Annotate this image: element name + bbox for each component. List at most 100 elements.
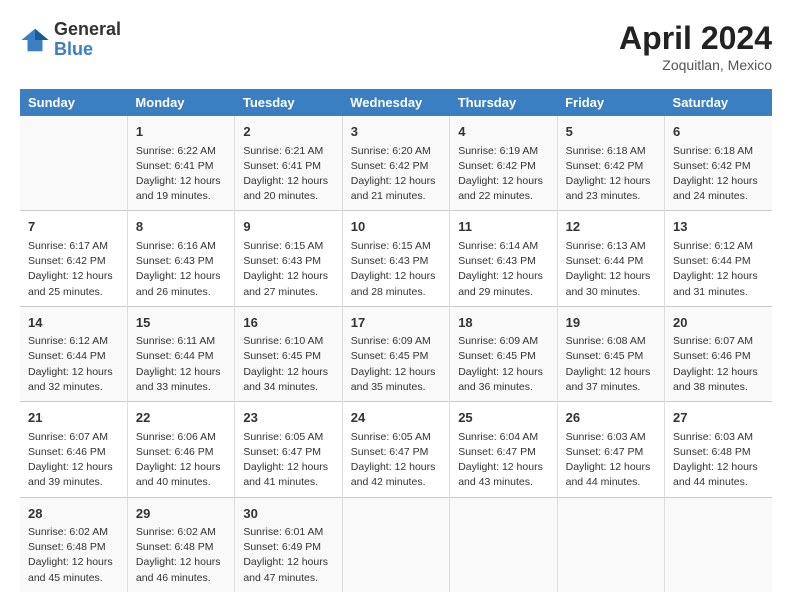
day-cell: 8Sunrise: 6:16 AMSunset: 6:43 PMDaylight…	[127, 211, 234, 306]
day-info: Sunrise: 6:14 AMSunset: 6:43 PMDaylight:…	[458, 239, 548, 300]
header-saturday: Saturday	[665, 89, 772, 116]
week-row-2: 7Sunrise: 6:17 AMSunset: 6:42 PMDaylight…	[20, 211, 772, 306]
day-cell: 11Sunrise: 6:14 AMSunset: 6:43 PMDayligh…	[450, 211, 557, 306]
day-info: Sunrise: 6:05 AMSunset: 6:47 PMDaylight:…	[351, 430, 441, 491]
day-number: 17	[351, 313, 441, 333]
day-cell: 16Sunrise: 6:10 AMSunset: 6:45 PMDayligh…	[235, 306, 342, 401]
day-cell: 22Sunrise: 6:06 AMSunset: 6:46 PMDayligh…	[127, 402, 234, 497]
day-cell: 21Sunrise: 6:07 AMSunset: 6:46 PMDayligh…	[20, 402, 127, 497]
day-cell	[450, 497, 557, 592]
day-cell: 24Sunrise: 6:05 AMSunset: 6:47 PMDayligh…	[342, 402, 449, 497]
day-info: Sunrise: 6:17 AMSunset: 6:42 PMDaylight:…	[28, 239, 119, 300]
day-number: 14	[28, 313, 119, 333]
day-cell: 29Sunrise: 6:02 AMSunset: 6:48 PMDayligh…	[127, 497, 234, 592]
day-info: Sunrise: 6:21 AMSunset: 6:41 PMDaylight:…	[243, 144, 333, 205]
day-number: 25	[458, 408, 548, 428]
day-number: 30	[243, 504, 333, 524]
day-info: Sunrise: 6:10 AMSunset: 6:45 PMDaylight:…	[243, 334, 333, 395]
day-number: 1	[136, 122, 226, 142]
day-cell: 23Sunrise: 6:05 AMSunset: 6:47 PMDayligh…	[235, 402, 342, 497]
day-number: 27	[673, 408, 764, 428]
day-number: 19	[566, 313, 656, 333]
day-cell: 10Sunrise: 6:15 AMSunset: 6:43 PMDayligh…	[342, 211, 449, 306]
day-cell: 27Sunrise: 6:03 AMSunset: 6:48 PMDayligh…	[665, 402, 772, 497]
header-wednesday: Wednesday	[342, 89, 449, 116]
day-number: 29	[136, 504, 226, 524]
day-cell: 13Sunrise: 6:12 AMSunset: 6:44 PMDayligh…	[665, 211, 772, 306]
day-cell: 3Sunrise: 6:20 AMSunset: 6:42 PMDaylight…	[342, 116, 449, 211]
logo-line1: General	[54, 20, 121, 40]
day-number: 8	[136, 217, 226, 237]
day-cell: 4Sunrise: 6:19 AMSunset: 6:42 PMDaylight…	[450, 116, 557, 211]
day-cell	[342, 497, 449, 592]
logo-icon	[20, 25, 50, 55]
day-info: Sunrise: 6:12 AMSunset: 6:44 PMDaylight:…	[673, 239, 764, 300]
day-number: 24	[351, 408, 441, 428]
day-info: Sunrise: 6:19 AMSunset: 6:42 PMDaylight:…	[458, 144, 548, 205]
day-info: Sunrise: 6:07 AMSunset: 6:46 PMDaylight:…	[673, 334, 764, 395]
day-number: 6	[673, 122, 764, 142]
day-info: Sunrise: 6:08 AMSunset: 6:45 PMDaylight:…	[566, 334, 656, 395]
day-info: Sunrise: 6:06 AMSunset: 6:46 PMDaylight:…	[136, 430, 226, 491]
day-info: Sunrise: 6:12 AMSunset: 6:44 PMDaylight:…	[28, 334, 119, 395]
header-thursday: Thursday	[450, 89, 557, 116]
day-cell: 25Sunrise: 6:04 AMSunset: 6:47 PMDayligh…	[450, 402, 557, 497]
day-number: 15	[136, 313, 226, 333]
day-number: 4	[458, 122, 548, 142]
day-cell: 28Sunrise: 6:02 AMSunset: 6:48 PMDayligh…	[20, 497, 127, 592]
day-cell	[665, 497, 772, 592]
week-row-4: 21Sunrise: 6:07 AMSunset: 6:46 PMDayligh…	[20, 402, 772, 497]
week-row-5: 28Sunrise: 6:02 AMSunset: 6:48 PMDayligh…	[20, 497, 772, 592]
day-info: Sunrise: 6:18 AMSunset: 6:42 PMDaylight:…	[673, 144, 764, 205]
day-cell: 19Sunrise: 6:08 AMSunset: 6:45 PMDayligh…	[557, 306, 664, 401]
day-number: 2	[243, 122, 333, 142]
header-monday: Monday	[127, 89, 234, 116]
day-info: Sunrise: 6:09 AMSunset: 6:45 PMDaylight:…	[458, 334, 548, 395]
day-cell: 5Sunrise: 6:18 AMSunset: 6:42 PMDaylight…	[557, 116, 664, 211]
day-cell: 6Sunrise: 6:18 AMSunset: 6:42 PMDaylight…	[665, 116, 772, 211]
day-cell	[557, 497, 664, 592]
day-info: Sunrise: 6:22 AMSunset: 6:41 PMDaylight:…	[136, 144, 226, 205]
day-cell: 14Sunrise: 6:12 AMSunset: 6:44 PMDayligh…	[20, 306, 127, 401]
day-cell: 15Sunrise: 6:11 AMSunset: 6:44 PMDayligh…	[127, 306, 234, 401]
header-tuesday: Tuesday	[235, 89, 342, 116]
week-row-1: 1Sunrise: 6:22 AMSunset: 6:41 PMDaylight…	[20, 116, 772, 211]
day-info: Sunrise: 6:15 AMSunset: 6:43 PMDaylight:…	[243, 239, 333, 300]
day-cell: 7Sunrise: 6:17 AMSunset: 6:42 PMDaylight…	[20, 211, 127, 306]
day-info: Sunrise: 6:07 AMSunset: 6:46 PMDaylight:…	[28, 430, 119, 491]
header-friday: Friday	[557, 89, 664, 116]
day-info: Sunrise: 6:20 AMSunset: 6:42 PMDaylight:…	[351, 144, 441, 205]
day-number: 12	[566, 217, 656, 237]
day-cell: 18Sunrise: 6:09 AMSunset: 6:45 PMDayligh…	[450, 306, 557, 401]
day-number: 26	[566, 408, 656, 428]
day-cell: 30Sunrise: 6:01 AMSunset: 6:49 PMDayligh…	[235, 497, 342, 592]
day-cell: 17Sunrise: 6:09 AMSunset: 6:45 PMDayligh…	[342, 306, 449, 401]
day-info: Sunrise: 6:02 AMSunset: 6:48 PMDaylight:…	[136, 525, 226, 586]
day-number: 20	[673, 313, 764, 333]
logo-text: General Blue	[54, 20, 121, 60]
logo: General Blue	[20, 20, 121, 60]
page-header: General Blue April 2024 Zoquitlan, Mexic…	[20, 20, 772, 73]
day-cell: 26Sunrise: 6:03 AMSunset: 6:47 PMDayligh…	[557, 402, 664, 497]
day-info: Sunrise: 6:18 AMSunset: 6:42 PMDaylight:…	[566, 144, 656, 205]
day-cell: 2Sunrise: 6:21 AMSunset: 6:41 PMDaylight…	[235, 116, 342, 211]
day-cell: 12Sunrise: 6:13 AMSunset: 6:44 PMDayligh…	[557, 211, 664, 306]
title-block: April 2024 Zoquitlan, Mexico	[619, 20, 772, 73]
day-cell: 9Sunrise: 6:15 AMSunset: 6:43 PMDaylight…	[235, 211, 342, 306]
day-info: Sunrise: 6:04 AMSunset: 6:47 PMDaylight:…	[458, 430, 548, 491]
day-number: 21	[28, 408, 119, 428]
day-info: Sunrise: 6:11 AMSunset: 6:44 PMDaylight:…	[136, 334, 226, 395]
day-number: 11	[458, 217, 548, 237]
week-row-3: 14Sunrise: 6:12 AMSunset: 6:44 PMDayligh…	[20, 306, 772, 401]
logo-line2: Blue	[54, 40, 121, 60]
day-info: Sunrise: 6:16 AMSunset: 6:43 PMDaylight:…	[136, 239, 226, 300]
day-cell: 20Sunrise: 6:07 AMSunset: 6:46 PMDayligh…	[665, 306, 772, 401]
day-number: 10	[351, 217, 441, 237]
page-subtitle: Zoquitlan, Mexico	[619, 57, 772, 73]
day-info: Sunrise: 6:13 AMSunset: 6:44 PMDaylight:…	[566, 239, 656, 300]
day-number: 3	[351, 122, 441, 142]
day-info: Sunrise: 6:02 AMSunset: 6:48 PMDaylight:…	[28, 525, 119, 586]
day-info: Sunrise: 6:05 AMSunset: 6:47 PMDaylight:…	[243, 430, 333, 491]
calendar-table: SundayMondayTuesdayWednesdayThursdayFrid…	[20, 89, 772, 592]
day-cell: 1Sunrise: 6:22 AMSunset: 6:41 PMDaylight…	[127, 116, 234, 211]
